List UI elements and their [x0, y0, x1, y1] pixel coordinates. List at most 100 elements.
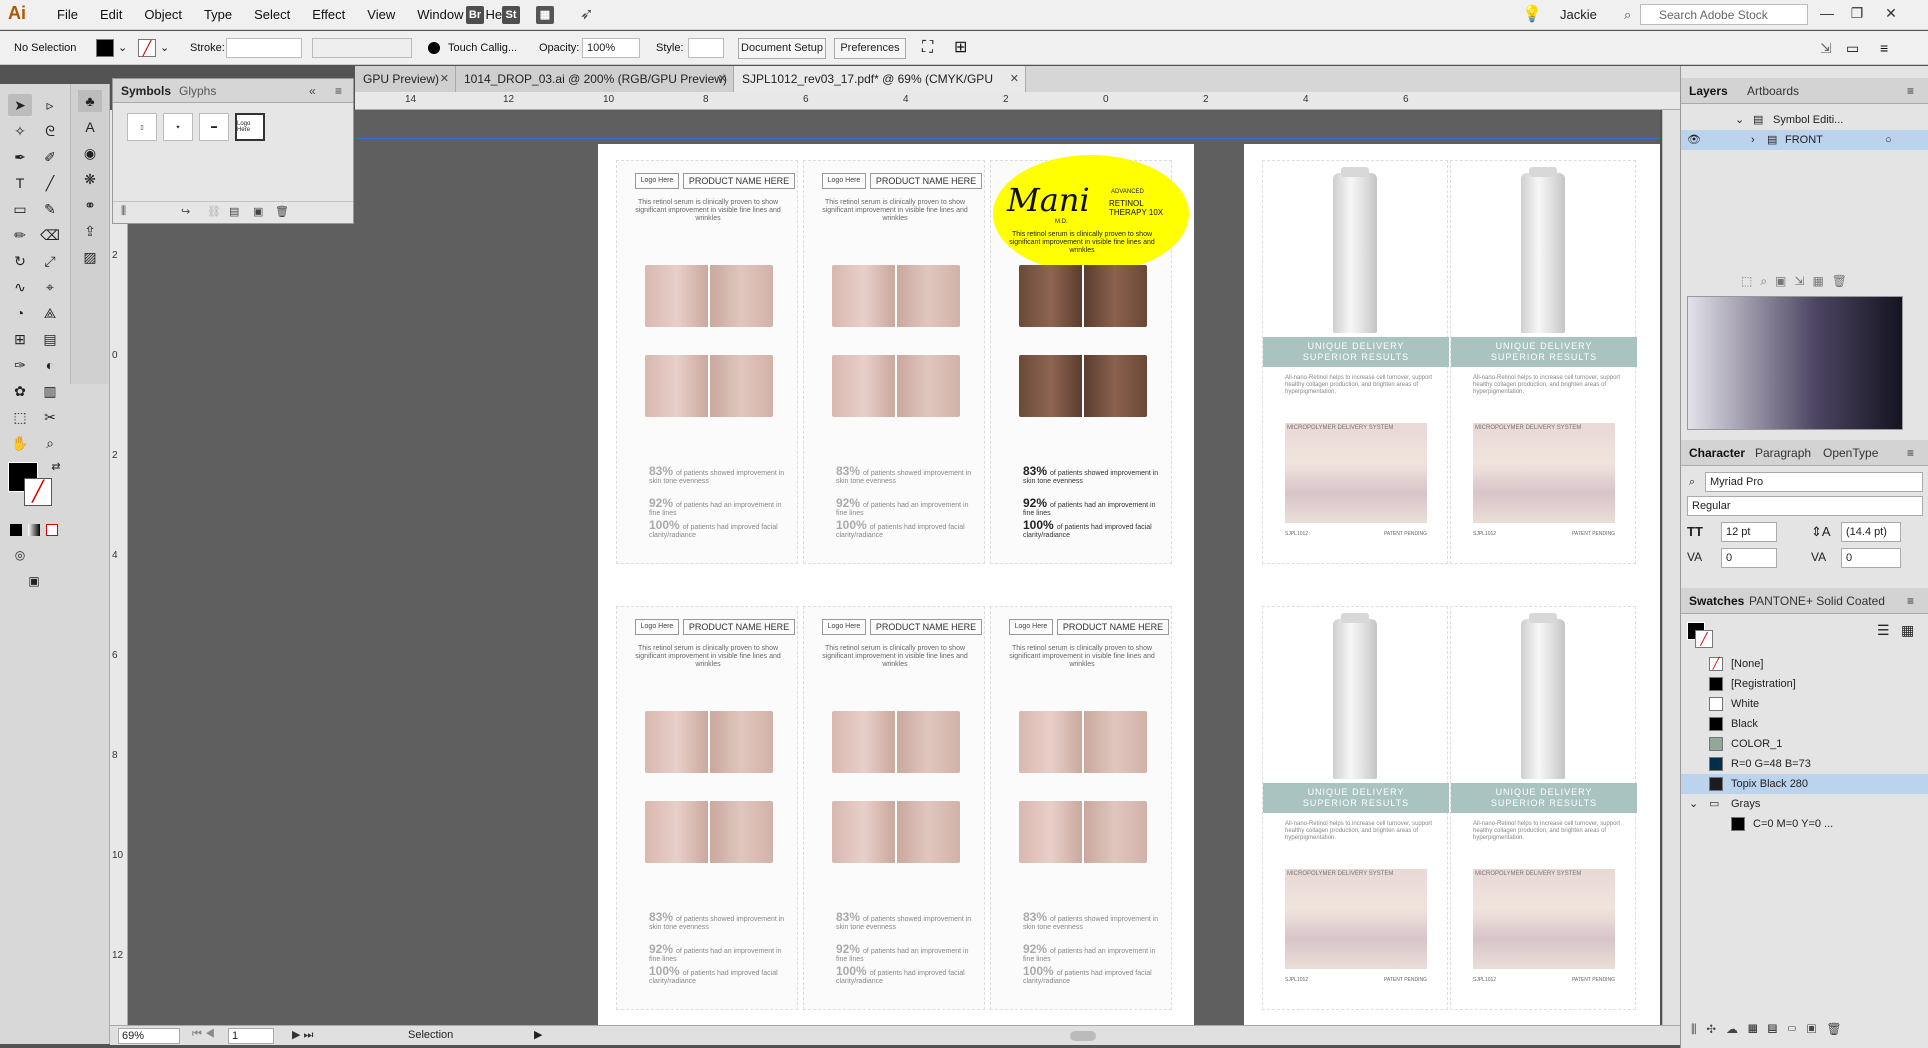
pen-tool-icon[interactable]: ✒: [8, 146, 32, 168]
swatch-row[interactable]: White: [1681, 694, 1928, 714]
tab-close-icon[interactable]: ✕: [718, 66, 727, 92]
artboard-back[interactable]: UNIQUE DELIVERY SUPERIOR RESULTS All-nano…: [1244, 144, 1660, 1028]
delete-symbol-icon[interactable]: 🗑: [275, 205, 289, 218]
menu-window[interactable]: Window: [406, 7, 474, 22]
arrange-panels-icon[interactable]: ⇲: [1820, 37, 1832, 59]
place-symbol-icon[interactable]: ↪: [181, 205, 190, 218]
isolate-group-icon[interactable]: ⛶: [922, 37, 933, 59]
panel-menu-icon[interactable]: ≡: [1880, 37, 1888, 59]
scale-tool-icon[interactable]: ⤢: [38, 250, 62, 272]
first-artboard-icon[interactable]: ⏮ ◀: [192, 1028, 215, 1041]
target-icon[interactable]: ○: [1885, 130, 1892, 150]
horizontal-ruler[interactable]: 14 12 10 8 6 4 2 0 2 4 6: [355, 92, 1680, 110]
product-card[interactable]: Logo Here PRODUCT NAME HERE This retinol…: [803, 606, 985, 1010]
restore-icon[interactable]: ❐: [1846, 3, 1868, 23]
document-setup-button[interactable]: Document Setup: [738, 38, 826, 59]
screen-mode-icon[interactable]: ▣: [22, 570, 46, 592]
graph-tool-icon[interactable]: ▥: [38, 380, 62, 402]
symbols-panel-icon[interactable]: ♣: [78, 90, 102, 112]
stock-button[interactable]: St: [502, 6, 520, 24]
next-artboard-icon[interactable]: ▶ ⏭: [292, 1028, 313, 1042]
free-transform-icon[interactable]: ⌖: [38, 276, 62, 298]
tab-doc-2[interactable]: 1014_DROP_03.ai @ 200% (RGB/GPU Preview)…: [456, 66, 734, 92]
stroke-dropdown-icon[interactable]: ⌄: [160, 37, 169, 59]
swatch-row[interactable]: Black: [1681, 714, 1928, 734]
image-trace-icon[interactable]: ▨: [78, 246, 102, 268]
mesh-tool-icon[interactable]: ⊞: [8, 328, 32, 350]
magic-wand-icon[interactable]: ✧: [8, 120, 32, 142]
swatch-row[interactable]: ╱ [None]: [1681, 654, 1928, 674]
symbol-thumb[interactable]: ▯: [127, 113, 157, 141]
tab-doc-1[interactable]: GPU Preview) ✕: [355, 66, 456, 92]
eyedropper-icon[interactable]: ✑: [8, 354, 32, 376]
tab-character[interactable]: Character: [1689, 446, 1745, 460]
menu-effect[interactable]: Effect: [301, 7, 356, 22]
menu-object[interactable]: Object: [133, 7, 193, 22]
panel-menu-icon[interactable]: ≡: [335, 84, 342, 98]
zoom-tool-icon[interactable]: ⌕: [38, 432, 62, 454]
font-family-select[interactable]: Myriad Pro: [1705, 472, 1923, 492]
panel-menu-icon[interactable]: ≡: [1907, 594, 1914, 608]
stock-search-input[interactable]: Search Adobe Stock: [1640, 4, 1808, 25]
variable-width-profile[interactable]: [312, 38, 412, 58]
gpu-performance-icon[interactable]: ➶: [580, 4, 593, 24]
break-link-icon[interactable]: ⛓: [207, 205, 221, 218]
product-card[interactable]: Logo Here PRODUCT NAME HERE This retinol…: [803, 160, 985, 564]
fill-dropdown-icon[interactable]: ⌄: [118, 37, 127, 59]
export-panel-icon[interactable]: ⇪: [78, 220, 102, 242]
panel-menu-icon[interactable]: ≡: [1907, 84, 1914, 98]
list-view-icon[interactable]: ☰: [1877, 622, 1890, 639]
new-symbol-icon[interactable]: ▣: [253, 205, 263, 218]
stroke-color-box[interactable]: ╱: [24, 478, 52, 506]
document-canvas[interactable]: Logo Here PRODUCT NAME HERE This retinol…: [128, 110, 1660, 1028]
collapse-icon[interactable]: «: [309, 84, 316, 98]
panel-menu-icon[interactable]: ≡: [1907, 446, 1914, 460]
back-card[interactable]: UNIQUE DELIVERY SUPERIOR RESULTS All-nano…: [1262, 160, 1449, 564]
transform-panel-icon[interactable]: ❋: [78, 168, 102, 190]
tab-symbols[interactable]: Symbols: [121, 84, 171, 98]
appearance-panel-icon[interactable]: ◉: [78, 142, 102, 164]
product-card[interactable]: Logo Here PRODUCT NAME HERE This retinol…: [616, 606, 798, 1010]
rectangle-tool-icon[interactable]: ▭: [8, 198, 32, 220]
stroke-weight-field[interactable]: [226, 38, 302, 58]
brush-definition[interactable]: Touch Callig...: [448, 37, 517, 59]
artboard-number-field[interactable]: 1: [228, 1028, 274, 1044]
zoom-field[interactable]: 69%: [118, 1028, 180, 1044]
symbol-options-icon[interactable]: ▤: [229, 205, 239, 218]
layer-row-front[interactable]: 👁 › ▤ FRONT ○: [1681, 130, 1928, 150]
font-style-select[interactable]: Regular: [1687, 496, 1923, 516]
swatch-row[interactable]: R=0 G=48 B=73: [1681, 754, 1928, 774]
tab-swatches[interactable]: Swatches: [1689, 594, 1744, 608]
slice-tool-icon[interactable]: ✂: [38, 406, 62, 428]
horizontal-scroll-thumb[interactable]: [1070, 1031, 1096, 1041]
layers-footer-icons[interactable]: ⬚⌕▣⇲▦🗑: [1741, 274, 1855, 289]
rotate-tool-icon[interactable]: ↻: [8, 250, 32, 272]
product-card-featured[interactable]: Mani M.D. ADVANCED RETINOL THERAPY 10X T…: [990, 155, 1189, 564]
swatch-group-row[interactable]: ⌄ ▭ Grays: [1681, 794, 1928, 814]
opacity-field[interactable]: 100%: [582, 38, 640, 58]
grid-view-icon[interactable]: ▦: [1901, 622, 1914, 639]
menu-view[interactable]: View: [356, 7, 406, 22]
preferences-button[interactable]: Preferences: [834, 38, 906, 59]
product-card[interactable]: Logo Here PRODUCT NAME HERE This retinol…: [990, 606, 1172, 1010]
swatch-row[interactable]: COLOR_1: [1681, 734, 1928, 754]
shape-builder-icon[interactable]: ◔: [8, 302, 32, 324]
tab-opentype[interactable]: OpenType: [1823, 446, 1878, 460]
workspace-icon[interactable]: ▭: [1846, 37, 1859, 59]
lasso-icon[interactable]: ᘓ: [38, 120, 62, 142]
menu-select[interactable]: Select: [243, 7, 301, 22]
menu-edit[interactable]: Edit: [89, 7, 133, 22]
tab-glyphs[interactable]: Glyphs: [179, 84, 216, 98]
hand-tool-icon[interactable]: ✋: [8, 432, 32, 454]
symbol-thumb[interactable]: Logo Here: [235, 113, 265, 141]
align-icon[interactable]: ⊞: [954, 37, 967, 59]
tab-layers[interactable]: Layers: [1689, 84, 1728, 98]
kerning-field[interactable]: 0: [1721, 548, 1777, 568]
font-size-field[interactable]: 12 pt: [1721, 522, 1777, 542]
expand-icon[interactable]: ⌄: [1689, 794, 1698, 814]
symbol-thumb[interactable]: ✦: [163, 113, 193, 141]
close-icon[interactable]: ✕: [1880, 3, 1902, 23]
eraser-icon[interactable]: ⌫: [38, 224, 62, 246]
direct-selection-tool-icon[interactable]: ▹: [38, 94, 62, 116]
minimize-icon[interactable]: —: [1816, 3, 1838, 23]
